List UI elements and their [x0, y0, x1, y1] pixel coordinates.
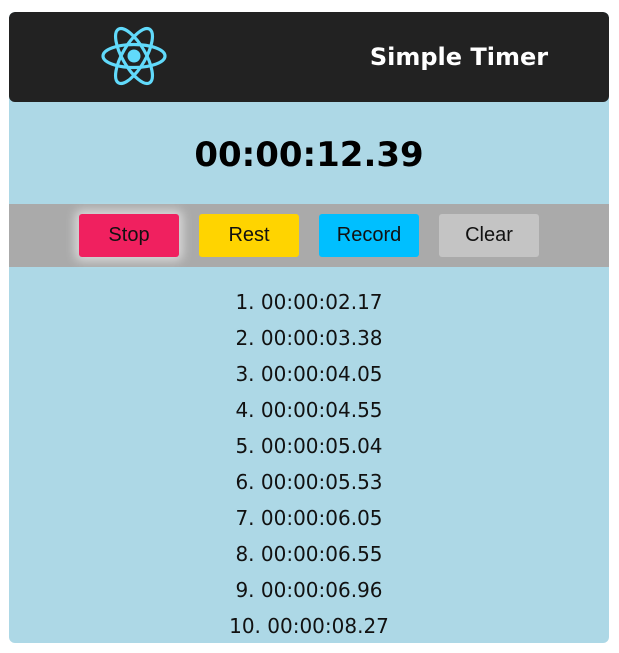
app-header: Simple Timer	[9, 12, 609, 102]
control-bar: Stop Rest Record Clear	[9, 204, 609, 267]
lap-item: 3. 00:00:04.05	[235, 362, 383, 386]
lap-item: 1. 00:00:02.17	[235, 290, 383, 314]
lap-item: 2. 00:00:03.38	[235, 326, 383, 350]
lap-list: 1. 00:00:02.17 2. 00:00:03.38 3. 00:00:0…	[9, 284, 609, 643]
lap-item: 8. 00:00:06.55	[235, 542, 383, 566]
stop-button[interactable]: Stop	[79, 214, 179, 257]
lap-item: 9. 00:00:06.96	[235, 578, 383, 602]
lap-item: 6. 00:00:05.53	[235, 470, 383, 494]
lap-item: 7. 00:00:06.05	[235, 506, 383, 530]
rest-button[interactable]: Rest	[199, 214, 299, 257]
clear-button[interactable]: Clear	[439, 214, 539, 257]
record-button[interactable]: Record	[319, 214, 419, 257]
timer-app: Simple Timer 00:00:12.39 Stop Rest Recor…	[9, 12, 609, 643]
timer-display: 00:00:12.39	[194, 135, 424, 175]
app-title: Simple Timer	[369, 43, 549, 71]
lap-item: 4. 00:00:04.55	[235, 398, 383, 422]
react-atom-icon	[101, 26, 167, 86]
lap-item: 5. 00:00:05.04	[235, 434, 383, 458]
lap-item: 10. 00:00:08.27	[229, 614, 389, 638]
